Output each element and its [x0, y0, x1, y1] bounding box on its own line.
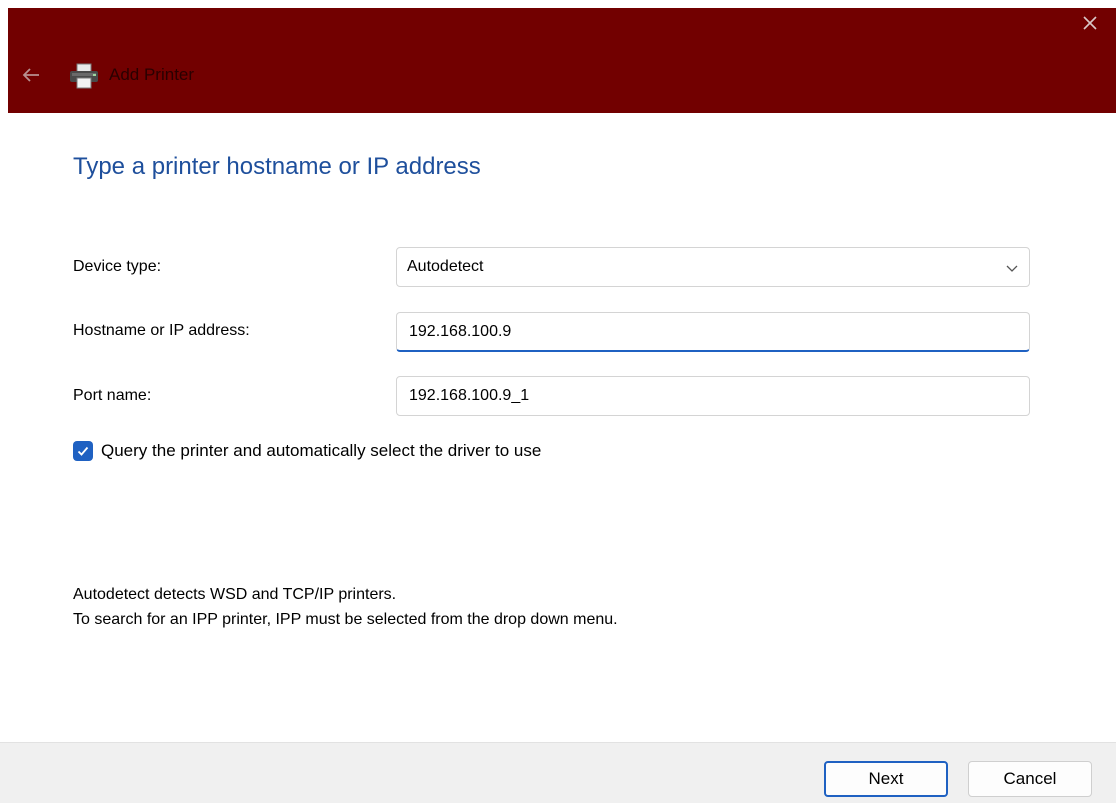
query-printer-label: Query the printer and automatically sele… — [101, 441, 542, 460]
checkmark-icon — [77, 446, 89, 456]
query-printer-option[interactable]: Query the printer and automatically sele… — [73, 439, 541, 463]
page-heading: Type a printer hostname or IP address — [73, 153, 481, 180]
window-title: Add Printer — [109, 65, 195, 84]
query-printer-checkbox[interactable] — [73, 441, 93, 461]
info-text-line-2: To search for an IPP printer, IPP must b… — [73, 611, 618, 628]
back-button[interactable] — [18, 62, 44, 88]
device-type-dropdown[interactable]: Autodetect — [396, 247, 1030, 287]
close-button[interactable] — [1070, 8, 1110, 38]
device-type-selected: Autodetect — [407, 258, 484, 275]
port-name-label: Port name: — [73, 387, 152, 404]
title-bar: Add Printer — [8, 8, 1116, 113]
next-button[interactable]: Next — [824, 761, 948, 797]
device-type-label: Device type: — [73, 258, 162, 275]
cancel-button[interactable]: Cancel — [968, 761, 1092, 797]
back-arrow-icon — [22, 68, 39, 82]
close-icon — [1083, 16, 1097, 30]
hostname-input[interactable] — [396, 312, 1030, 352]
port-name-input[interactable] — [396, 376, 1030, 416]
printer-icon — [70, 63, 98, 89]
add-printer-dialog: Add Printer Type a printer hostname or I… — [0, 0, 1116, 803]
hostname-label: Hostname or IP address: — [73, 322, 250, 339]
info-text-line-1: Autodetect detects WSD and TCP/IP printe… — [73, 586, 397, 603]
chevron-down-icon — [1006, 265, 1018, 272]
dialog-footer: Next Cancel — [0, 742, 1116, 803]
